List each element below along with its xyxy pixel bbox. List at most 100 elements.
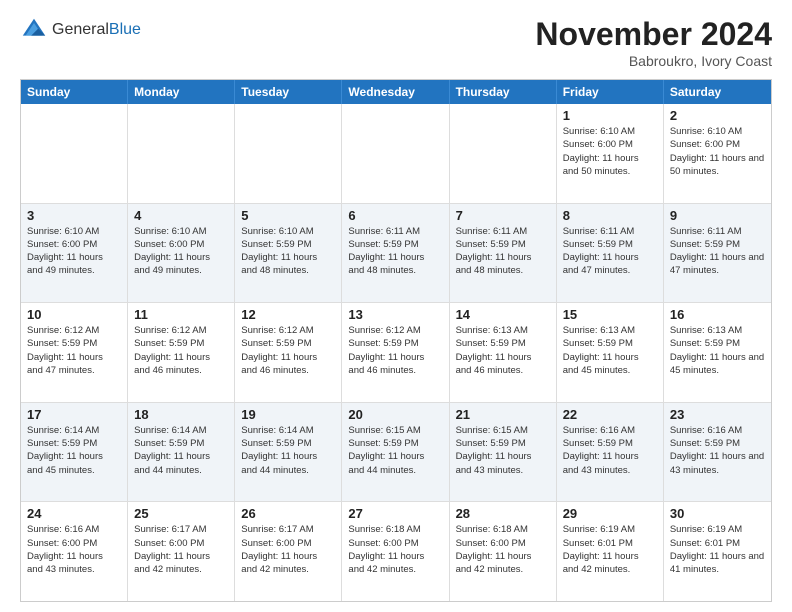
day-number: 16 — [670, 307, 765, 322]
day-cell-22: 22 Sunrise: 6:16 AMSunset: 5:59 PMDayligh… — [557, 403, 664, 502]
day-info: Sunrise: 6:18 AMSunset: 6:00 PMDaylight:… — [456, 523, 550, 576]
day-cell-28: 28 Sunrise: 6:18 AMSunset: 6:00 PMDayligh… — [450, 502, 557, 601]
day-number: 27 — [348, 506, 442, 521]
day-cell-14: 14Sunrise: 6:13 AMSunset: 5:59 PMDayligh… — [450, 303, 557, 402]
day-info: Sunrise: 6:10 AMSunset: 6:00 PMDaylight:… — [670, 125, 765, 178]
day-number: 2 — [670, 108, 765, 123]
day-number: 28 — [456, 506, 550, 521]
day-number: 18 — [134, 407, 228, 422]
day-cell-5: 5 Sunrise: 6:10 AMSunset: 5:59 PMDaylight… — [235, 204, 342, 303]
day-number: 26 — [241, 506, 335, 521]
day-info: Sunrise: 6:19 AMSunset: 6:01 PMDaylight:… — [563, 523, 657, 576]
day-cell-8: 8 Sunrise: 6:11 AMSunset: 5:59 PMDaylight… — [557, 204, 664, 303]
day-cell-9: 9 Sunrise: 6:11 AMSunset: 5:59 PMDaylight… — [664, 204, 771, 303]
day-number: 5 — [241, 208, 335, 223]
day-number: 22 — [563, 407, 657, 422]
day-info: Sunrise: 6:10 AMSunset: 5:59 PMDaylight:… — [241, 225, 335, 278]
day-number: 6 — [348, 208, 442, 223]
day-info: Sunrise: 6:11 AMSunset: 5:59 PMDaylight:… — [348, 225, 442, 278]
day-header-tuesday: Tuesday — [235, 80, 342, 104]
day-number: 1 — [563, 108, 657, 123]
day-info: Sunrise: 6:16 AMSunset: 6:00 PMDaylight:… — [27, 523, 121, 576]
day-cell-4: 4 Sunrise: 6:10 AMSunset: 6:00 PMDaylight… — [128, 204, 235, 303]
day-cell-7: 7Sunrise: 6:11 AMSunset: 5:59 PMDaylight… — [450, 204, 557, 303]
day-header-sunday: Sunday — [21, 80, 128, 104]
day-number: 10 — [27, 307, 121, 322]
day-number: 24 — [27, 506, 121, 521]
calendar-row: 24 Sunrise: 6:16 AMSunset: 6:00 PMDayligh… — [21, 501, 771, 601]
empty-cell — [450, 104, 557, 203]
day-cell-3: 3 Sunrise: 6:10 AMSunset: 6:00 PMDaylight… — [21, 204, 128, 303]
calendar: SundayMondayTuesdayWednesdayThursdayFrid… — [20, 79, 772, 602]
day-info: Sunrise: 6:12 AMSunset: 5:59 PMDaylight:… — [134, 324, 228, 377]
calendar-row: 17 Sunrise: 6:14 AMSunset: 5:59 PMDayligh… — [21, 402, 771, 502]
day-info: Sunrise: 6:14 AMSunset: 5:59 PMDaylight:… — [134, 424, 228, 477]
day-cell-16: 16 Sunrise: 6:13 AMSunset: 5:59 PMDayligh… — [664, 303, 771, 402]
day-number: 29 — [563, 506, 657, 521]
day-info: Sunrise: 6:10 AMSunset: 6:00 PMDaylight:… — [563, 125, 657, 178]
day-cell-2: 2 Sunrise: 6:10 AMSunset: 6:00 PMDaylight… — [664, 104, 771, 203]
day-info: Sunrise: 6:13 AMSunset: 5:59 PMDaylight:… — [670, 324, 765, 377]
day-header-wednesday: Wednesday — [342, 80, 449, 104]
day-info: Sunrise: 6:14 AMSunset: 5:59 PMDaylight:… — [27, 424, 121, 477]
day-number: 4 — [134, 208, 228, 223]
page-header: General Blue November 2024 Babroukro, Iv… — [20, 16, 772, 69]
calendar-row: 10 Sunrise: 6:12 AMSunset: 5:59 PMDayligh… — [21, 302, 771, 402]
day-info: Sunrise: 6:10 AMSunset: 6:00 PMDaylight:… — [27, 225, 121, 278]
day-info: Sunrise: 6:11 AMSunset: 5:59 PMDaylight:… — [670, 225, 765, 278]
empty-cell — [128, 104, 235, 203]
day-info: Sunrise: 6:15 AMSunset: 5:59 PMDaylight:… — [348, 424, 442, 477]
calendar-row: 1 Sunrise: 6:10 AMSunset: 6:00 PMDaylight… — [21, 104, 771, 203]
day-cell-15: 15 Sunrise: 6:13 AMSunset: 5:59 PMDayligh… — [557, 303, 664, 402]
day-number: 14 — [456, 307, 550, 322]
day-number: 20 — [348, 407, 442, 422]
day-number: 15 — [563, 307, 657, 322]
day-header-friday: Friday — [557, 80, 664, 104]
day-cell-12: 12 Sunrise: 6:12 AMSunset: 5:59 PMDayligh… — [235, 303, 342, 402]
logo-icon — [20, 16, 48, 44]
day-cell-1: 1 Sunrise: 6:10 AMSunset: 6:00 PMDaylight… — [557, 104, 664, 203]
day-info: Sunrise: 6:19 AMSunset: 6:01 PMDaylight:… — [670, 523, 765, 576]
empty-cell — [21, 104, 128, 203]
month-title: November 2024 — [535, 16, 772, 53]
day-info: Sunrise: 6:16 AMSunset: 5:59 PMDaylight:… — [563, 424, 657, 477]
day-info: Sunrise: 6:13 AMSunset: 5:59 PMDaylight:… — [563, 324, 657, 377]
day-cell-24: 24 Sunrise: 6:16 AMSunset: 6:00 PMDayligh… — [21, 502, 128, 601]
day-header-saturday: Saturday — [664, 80, 771, 104]
day-info: Sunrise: 6:14 AMSunset: 5:59 PMDaylight:… — [241, 424, 335, 477]
day-cell-18: 18 Sunrise: 6:14 AMSunset: 5:59 PMDayligh… — [128, 403, 235, 502]
day-number: 9 — [670, 208, 765, 223]
day-cell-27: 27 Sunrise: 6:18 AMSunset: 6:00 PMDayligh… — [342, 502, 449, 601]
day-cell-13: 13 Sunrise: 6:12 AMSunset: 5:59 PMDayligh… — [342, 303, 449, 402]
logo-text: General Blue — [52, 21, 141, 39]
day-header-monday: Monday — [128, 80, 235, 104]
day-cell-20: 20 Sunrise: 6:15 AMSunset: 5:59 PMDayligh… — [342, 403, 449, 502]
day-info: Sunrise: 6:15 AMSunset: 5:59 PMDaylight:… — [456, 424, 550, 477]
day-number: 17 — [27, 407, 121, 422]
day-number: 13 — [348, 307, 442, 322]
calendar-row: 3 Sunrise: 6:10 AMSunset: 6:00 PMDaylight… — [21, 203, 771, 303]
day-info: Sunrise: 6:12 AMSunset: 5:59 PMDaylight:… — [348, 324, 442, 377]
day-info: Sunrise: 6:11 AMSunset: 5:59 PMDaylight:… — [563, 225, 657, 278]
day-header-thursday: Thursday — [450, 80, 557, 104]
empty-cell — [235, 104, 342, 203]
day-cell-19: 19Sunrise: 6:14 AMSunset: 5:59 PMDayligh… — [235, 403, 342, 502]
day-cell-26: 26 Sunrise: 6:17 AMSunset: 6:00 PMDayligh… — [235, 502, 342, 601]
day-info: Sunrise: 6:12 AMSunset: 5:59 PMDaylight:… — [241, 324, 335, 377]
day-number: 25 — [134, 506, 228, 521]
day-number: 30 — [670, 506, 765, 521]
day-info: Sunrise: 6:17 AMSunset: 6:00 PMDaylight:… — [241, 523, 335, 576]
day-info: Sunrise: 6:10 AMSunset: 6:00 PMDaylight:… — [134, 225, 228, 278]
day-number: 7 — [456, 208, 550, 223]
day-number: 12 — [241, 307, 335, 322]
day-number: 3 — [27, 208, 121, 223]
day-cell-21: 21Sunrise: 6:15 AMSunset: 5:59 PMDayligh… — [450, 403, 557, 502]
day-info: Sunrise: 6:18 AMSunset: 6:00 PMDaylight:… — [348, 523, 442, 576]
day-number: 23 — [670, 407, 765, 422]
calendar-header: SundayMondayTuesdayWednesdayThursdayFrid… — [21, 80, 771, 104]
day-cell-23: 23Sunrise: 6:16 AMSunset: 5:59 PMDayligh… — [664, 403, 771, 502]
calendar-body: 1 Sunrise: 6:10 AMSunset: 6:00 PMDaylight… — [21, 104, 771, 601]
title-area: November 2024 Babroukro, Ivory Coast — [535, 16, 772, 69]
day-cell-17: 17 Sunrise: 6:14 AMSunset: 5:59 PMDayligh… — [21, 403, 128, 502]
day-number: 8 — [563, 208, 657, 223]
